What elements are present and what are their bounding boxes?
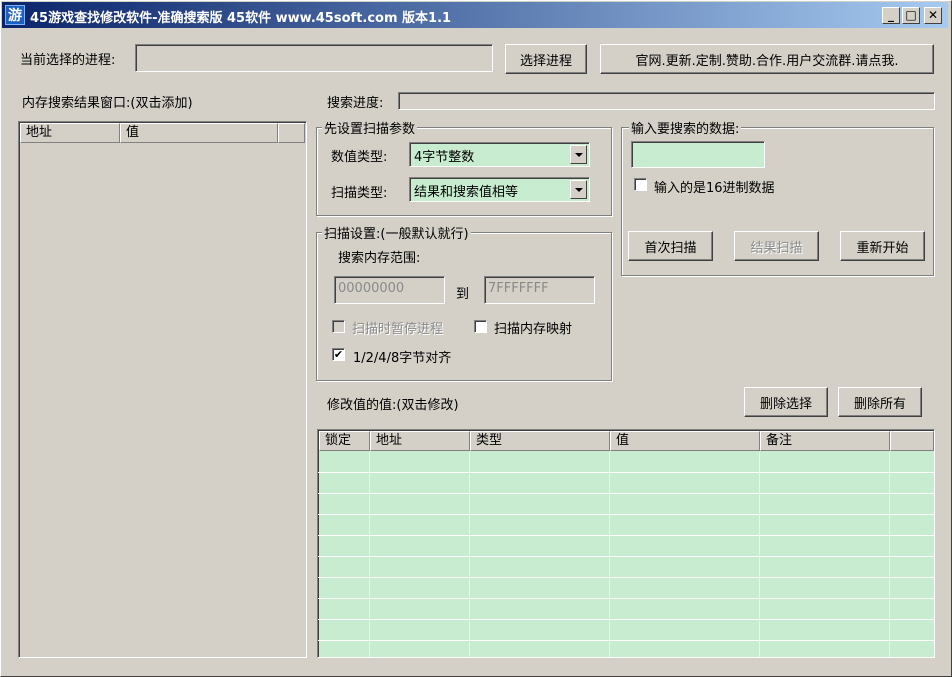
chevron-down-icon[interactable]	[570, 145, 587, 164]
modify-table-body	[318, 452, 934, 657]
value-type-select[interactable]: 4字节整数	[409, 142, 590, 167]
modify-col-lock[interactable]: 锁定	[319, 431, 370, 451]
value-type-value: 4字节整数	[414, 150, 475, 165]
scan-mapped-checkbox[interactable]	[474, 320, 487, 333]
hex-checkbox[interactable]	[634, 178, 647, 191]
check-icon: ✔	[333, 348, 344, 361]
col-divider	[759, 452, 760, 657]
col-divider	[469, 452, 470, 657]
scan-type-select[interactable]: 结果和搜索值相等	[409, 177, 590, 202]
col-divider	[889, 452, 890, 657]
delete-all-button[interactable]: 删除所有	[838, 387, 922, 417]
modify-table[interactable]: 锁定 地址 类型 值 备注	[317, 429, 935, 658]
align-checkbox[interactable]: ✔	[332, 348, 345, 361]
search-value-input[interactable]	[631, 141, 765, 168]
scan-settings-title: 扫描设置:(一般默认就行)	[322, 223, 471, 242]
minimize-button[interactable]: _	[882, 7, 900, 24]
results-col-value[interactable]: 值	[120, 123, 278, 143]
col-divider	[369, 452, 370, 657]
app-icon: 游	[5, 5, 25, 25]
results-label: 内存搜索结果窗口:(双击添加)	[22, 96, 193, 111]
modify-label: 修改值的值:(双击修改)	[327, 398, 459, 413]
process-label: 当前选择的进程:	[20, 53, 116, 68]
search-input-title: 输入要搜索的数据:	[629, 118, 742, 137]
process-field[interactable]	[135, 44, 493, 72]
modify-col-filler	[890, 431, 934, 451]
pause-process-checkbox[interactable]	[332, 320, 345, 333]
results-col-address[interactable]: 地址	[20, 123, 120, 143]
range-from-input[interactable]: 00000000	[334, 276, 445, 304]
next-scan-button[interactable]: 结果扫描	[734, 231, 819, 261]
select-process-button[interactable]: 选择进程	[505, 44, 587, 74]
first-scan-button[interactable]: 首次扫描	[628, 231, 713, 261]
progress-bar	[398, 92, 935, 110]
scan-params-group	[316, 127, 612, 216]
range-to-input[interactable]: 7FFFFFFF	[484, 276, 595, 304]
align-label: 1/2/4/8字节对齐	[353, 351, 452, 366]
hex-label: 输入的是16进制数据	[654, 181, 775, 196]
scan-mapped-label: 扫描内存映射	[494, 322, 573, 337]
value-type-label: 数值类型:	[331, 150, 388, 165]
results-col-filler	[278, 123, 305, 143]
scan-type-label: 扫描类型:	[331, 186, 388, 201]
modify-col-address[interactable]: 地址	[370, 431, 470, 451]
title-bar[interactable]: 游 45游戏查找修改软件-准确搜索版 45软件 www.45soft.com 版…	[2, 2, 948, 28]
results-list[interactable]: 地址 值	[18, 121, 307, 658]
modify-col-note[interactable]: 备注	[760, 431, 890, 451]
close-button[interactable]: ✕	[924, 7, 942, 24]
col-divider	[609, 452, 610, 657]
range-to-label: 到	[456, 287, 470, 302]
pause-process-label: 扫描时暂停进程	[352, 322, 444, 337]
scan-params-title: 先设置扫描参数	[322, 118, 418, 137]
modify-col-type[interactable]: 类型	[470, 431, 610, 451]
delete-selected-button[interactable]: 删除选择	[744, 387, 828, 417]
modify-col-value[interactable]: 值	[610, 431, 760, 451]
chevron-down-icon[interactable]	[570, 180, 587, 199]
window-title: 45游戏查找修改软件-准确搜索版 45软件 www.45soft.com 版本1…	[30, 11, 452, 26]
progress-label: 搜索进度:	[327, 96, 384, 111]
maximize-button[interactable]: □	[902, 7, 920, 24]
range-label: 搜索内存范围:	[338, 251, 421, 266]
restart-button[interactable]: 重新开始	[840, 231, 925, 261]
scan-type-value: 结果和搜索值相等	[414, 185, 519, 200]
website-button[interactable]: 官网.更新.定制.赞助.合作.用户交流群.请点我.	[600, 44, 934, 74]
